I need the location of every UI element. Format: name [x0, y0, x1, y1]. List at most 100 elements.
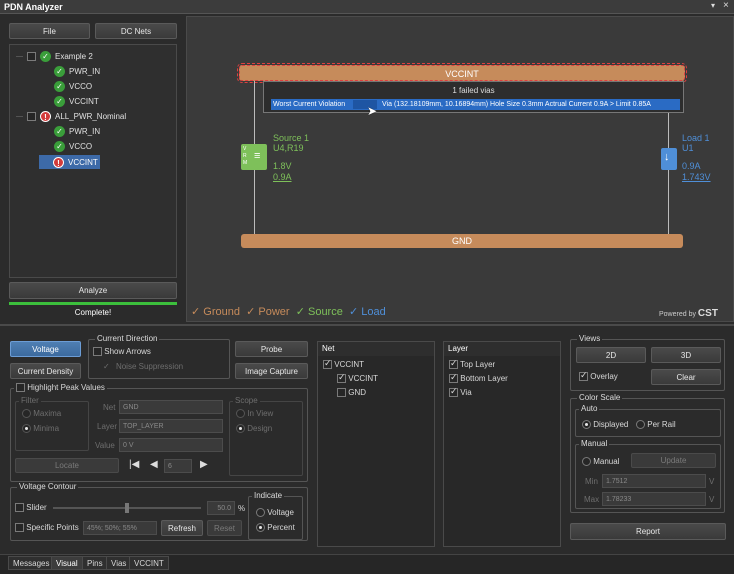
current-density-button[interactable]: Current Density: [10, 363, 81, 379]
collapse-icon[interactable]: —: [16, 113, 23, 120]
locate-button[interactable]: Locate: [15, 458, 119, 473]
pdn-canvas[interactable]: VCCINT 1 failed vias Worst Current Viola…: [186, 16, 734, 322]
layer-item-bottom[interactable]: Bottom Layer: [449, 372, 508, 384]
in-view-label: In View: [247, 409, 274, 418]
file-button[interactable]: File: [9, 23, 90, 39]
arrow-down-icon: ↓: [664, 151, 670, 163]
tree-row-example2[interactable]: — ✓ Example 2: [16, 51, 93, 62]
indicate-percent-label: Percent: [267, 523, 295, 532]
refresh-button[interactable]: Refresh: [161, 520, 203, 536]
report-button[interactable]: Report: [570, 523, 726, 540]
tooltip-row[interactable]: Worst Current Violation Via (132.18109mm…: [271, 99, 680, 110]
tree-row-pwr-in[interactable]: ✓ PWR_IN: [54, 66, 100, 77]
view-3d-button[interactable]: 3D: [651, 347, 721, 363]
load-block[interactable]: ↓: [661, 148, 677, 170]
net-item-vccint-sub[interactable]: VCCINT: [337, 372, 378, 384]
pass-icon: ✓: [54, 81, 65, 92]
tree-row-vccint-selected[interactable]: ! VCCINT: [39, 155, 100, 169]
tab-vias[interactable]: Vias: [106, 556, 132, 570]
noise-suppression-checkbox[interactable]: ✓ Noise Suppression: [103, 362, 183, 371]
tree-row-vccint[interactable]: ✓ VCCINT: [54, 96, 99, 107]
rail-vccint-label: VCCINT: [445, 69, 479, 79]
dc-nets-button[interactable]: DC Nets: [95, 23, 177, 39]
legend-ground: ✓ Ground: [191, 306, 240, 318]
analyze-button[interactable]: Analyze: [9, 282, 177, 299]
update-button[interactable]: Update: [631, 453, 716, 468]
vrm-source-block[interactable]: VRM ≡: [241, 144, 267, 170]
load-voltage[interactable]: 1.743V: [682, 172, 711, 182]
source-name: Source 1: [273, 133, 310, 143]
indicate-group: Indicate: [248, 491, 303, 540]
layer-item-label: Bottom Layer: [460, 374, 508, 383]
tree-checkbox[interactable]: [27, 52, 36, 61]
tree-label: VCCINT: [68, 157, 98, 167]
min-label: Min: [585, 477, 598, 486]
per-rail-radio[interactable]: Per Rail: [636, 420, 676, 430]
indicate-percent-radio[interactable]: Percent: [256, 523, 295, 533]
title-bar: PDN Analyzer ▾ ×: [0, 0, 734, 14]
layer-list-body: [444, 356, 560, 546]
status-text: Complete!: [74, 308, 112, 317]
probe-button[interactable]: Probe: [235, 341, 308, 357]
tree-row-vcco-2[interactable]: ✓ VCCO: [54, 141, 92, 152]
splitter[interactable]: [0, 324, 734, 326]
tree-row-vcco[interactable]: ✓ VCCO: [54, 81, 92, 92]
tree-row-pwr-in-2[interactable]: ✓ PWR_IN: [54, 126, 100, 137]
tab-pins[interactable]: Pins: [82, 556, 108, 570]
image-capture-button[interactable]: Image Capture: [235, 363, 308, 379]
specific-points-field[interactable]: 45%; 50%; 55%: [83, 521, 157, 535]
design-radio[interactable]: Design: [236, 424, 272, 434]
rail-vccint[interactable]: VCCINT: [237, 63, 687, 83]
highlight-peak-checkbox[interactable]: Highlight Peak Values: [14, 383, 107, 393]
in-view-radio[interactable]: In View: [236, 409, 274, 419]
layer-item-via[interactable]: Via: [449, 386, 472, 398]
net-list-header: Net: [322, 344, 335, 353]
pass-icon: ✓: [40, 51, 51, 62]
specific-points-checkbox[interactable]: Specific Points: [15, 523, 79, 533]
legend: ✓ Ground ✓ Power ✓ Source ✓ Load: [191, 305, 386, 318]
layer-item-label: Via: [460, 388, 472, 397]
tab-visual[interactable]: Visual: [51, 556, 83, 570]
overlay-checkbox[interactable]: Overlay: [579, 370, 618, 382]
net-item-vccint[interactable]: VCCINT: [323, 358, 364, 370]
index-field[interactable]: 6: [164, 459, 192, 473]
source-current[interactable]: 0.9A: [273, 172, 292, 182]
tree-checkbox[interactable]: [27, 112, 36, 121]
slider-value-field[interactable]: 50.0: [207, 501, 235, 515]
first-icon[interactable]: |◀: [129, 459, 139, 470]
prev-icon[interactable]: ◀: [150, 459, 158, 470]
maxima-radio[interactable]: Maxima: [22, 409, 61, 419]
close-icon[interactable]: ×: [723, 0, 729, 11]
net-item-gnd[interactable]: GND: [337, 388, 366, 398]
clear-button[interactable]: Clear: [651, 369, 721, 385]
pin-icon[interactable]: ▾: [711, 1, 715, 10]
view-2d-button[interactable]: 2D: [576, 347, 646, 363]
net-field: GND: [119, 400, 223, 414]
load-current: 0.9A: [682, 161, 701, 171]
rail-gnd-label: GND: [452, 236, 472, 246]
tab-messages[interactable]: Messages: [8, 556, 55, 570]
rail-gnd[interactable]: GND: [241, 234, 683, 248]
layer-item-top[interactable]: Top Layer: [449, 358, 495, 370]
voltage-button[interactable]: Voltage: [10, 341, 81, 357]
legend-source: ✓ Source: [295, 306, 343, 318]
next-icon[interactable]: ▶: [200, 459, 208, 470]
displayed-radio[interactable]: Displayed: [582, 420, 628, 430]
check-icon: ✓: [103, 362, 110, 371]
specific-points-label: Specific Points: [26, 523, 79, 532]
highlight-peak-label: Highlight Peak Values: [27, 383, 105, 392]
minima-radio[interactable]: Minima: [22, 424, 59, 434]
tooltip-title: 1 failed vias: [452, 86, 495, 95]
tree-row-all-pwr-nominal[interactable]: — ! ALL_PWR_Nominal: [16, 111, 126, 122]
show-arrows-checkbox[interactable]: Show Arrows: [93, 347, 151, 357]
tab-vccint[interactable]: VCCINT: [129, 556, 169, 570]
manual-radio[interactable]: Manual: [582, 457, 619, 467]
collapse-icon[interactable]: —: [16, 53, 23, 60]
contour-slider[interactable]: [53, 503, 201, 513]
slider-checkbox[interactable]: Slider: [15, 503, 47, 513]
progress-fill: [9, 302, 177, 305]
reset-button[interactable]: Reset: [207, 520, 242, 536]
indicate-voltage-radio[interactable]: Voltage: [256, 508, 294, 518]
slider-thumb[interactable]: [125, 503, 129, 513]
vrm-badge: VRM: [243, 146, 248, 166]
